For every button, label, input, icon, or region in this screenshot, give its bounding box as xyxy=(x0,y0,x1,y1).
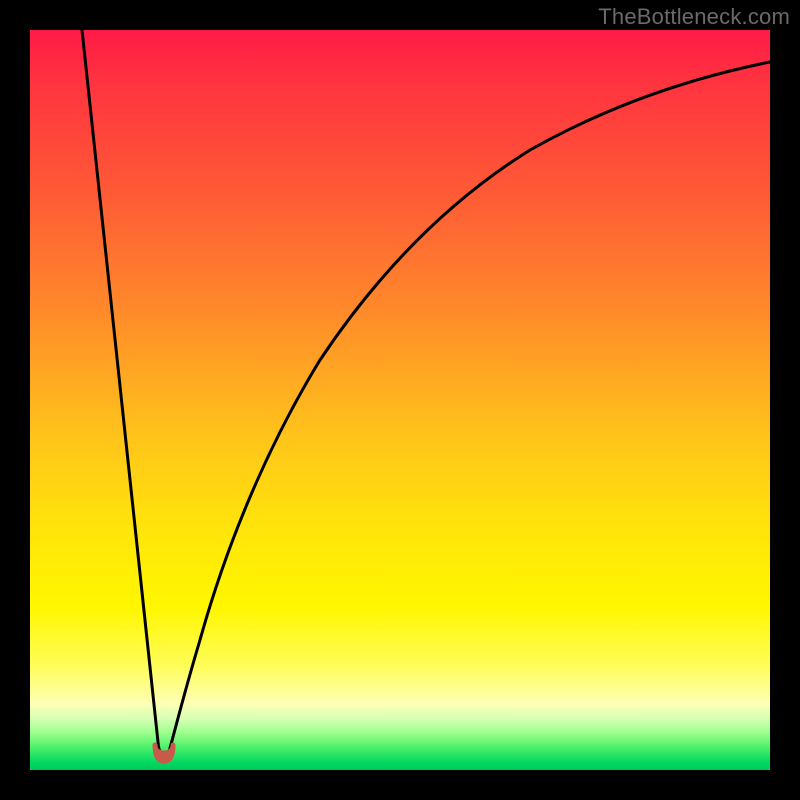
curve-layer xyxy=(30,30,770,770)
watermark-text: TheBottleneck.com xyxy=(598,4,790,30)
chart-frame: TheBottleneck.com xyxy=(0,0,800,800)
plot-area xyxy=(30,30,770,770)
optimal-marker-icon xyxy=(155,745,173,761)
bottleneck-curve xyxy=(82,30,770,757)
